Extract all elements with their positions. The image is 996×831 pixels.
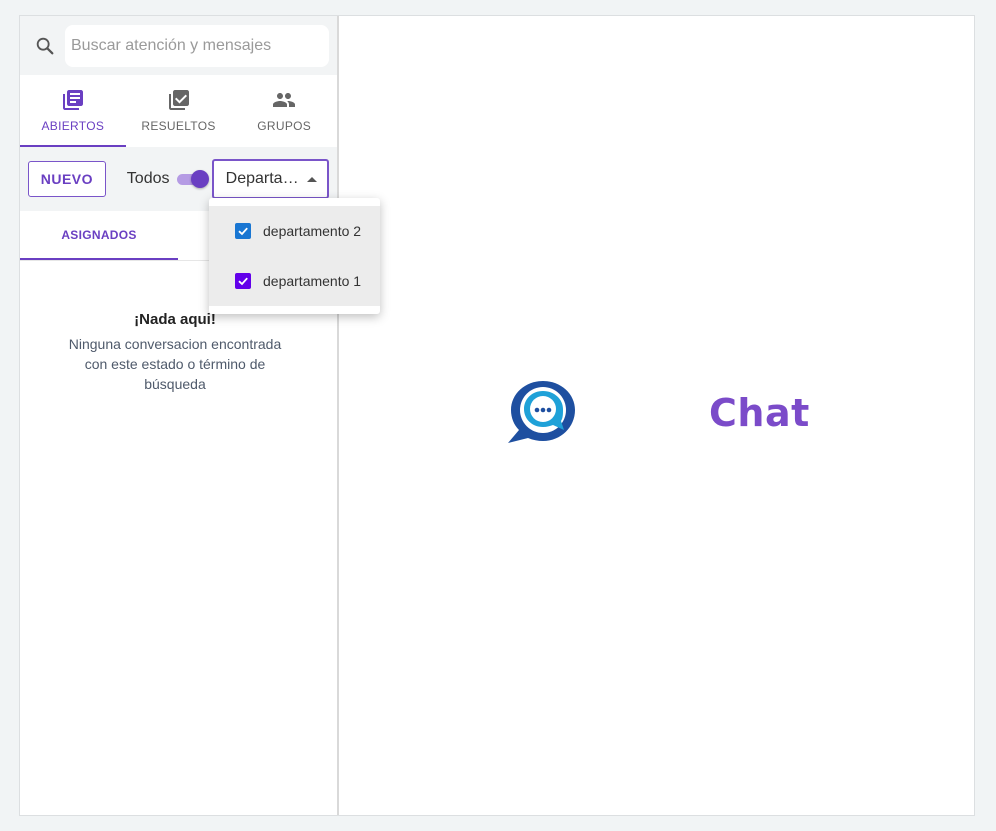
department-dropdown: departamento 2 departamento 1 [209, 198, 380, 314]
todos-label: Todos [126, 170, 170, 187]
checkbox-checked-icon[interactable] [235, 223, 251, 239]
tab-resueltos[interactable]: RESUELTOS [126, 75, 232, 147]
left-panel: ABIERTOS RESUELTOS GRUPOS NUEVO Todos [20, 16, 339, 815]
empty-state: ¡Nada aqui! Ninguna conversacion encontr… [20, 311, 330, 394]
chat-area: Chat [339, 16, 974, 815]
logo-text: Chat [709, 391, 810, 435]
app-window: ABIERTOS RESUELTOS GRUPOS NUEVO Todos [19, 15, 975, 816]
search-icon [36, 37, 54, 54]
dropdown-item-departamento-1[interactable]: departamento 1 [209, 256, 380, 306]
new-button[interactable]: NUEVO [28, 161, 106, 197]
inbox-list-icon [62, 89, 83, 110]
tab-label: ABIERTOS [41, 118, 105, 133]
checklist-icon [168, 89, 189, 110]
dropdown-item-label: departamento 1 [263, 273, 362, 289]
empty-text: Ninguna conversacion encontrada con este… [68, 336, 282, 392]
dropdown-item-label: departamento 2 [263, 223, 362, 239]
sub-tab-label: ASIGNADOS [61, 227, 137, 242]
tab-asignados[interactable]: ASIGNADOS [20, 211, 178, 260]
todos-toggle[interactable] [176, 169, 209, 189]
tab-label: GRUPOS [257, 118, 312, 133]
toggle-thumb [190, 170, 209, 188]
main-tabs: ABIERTOS RESUELTOS GRUPOS [20, 75, 337, 147]
department-select[interactable]: Departa… [211, 159, 329, 199]
tab-label: RESUELTOS [141, 118, 216, 133]
search-bar [20, 16, 337, 75]
chat-bubble-logo-icon [508, 381, 575, 443]
dropdown-item-departamento-2[interactable]: departamento 2 [209, 206, 380, 256]
search-input[interactable] [65, 24, 329, 67]
caret-up-icon [307, 176, 317, 182]
group-icon [273, 92, 296, 107]
department-select-value: Departa… [225, 170, 299, 187]
tab-grupos[interactable]: GRUPOS [231, 75, 337, 147]
tab-abiertos[interactable]: ABIERTOS [20, 75, 126, 147]
checkbox-checked-icon[interactable] [235, 273, 251, 289]
